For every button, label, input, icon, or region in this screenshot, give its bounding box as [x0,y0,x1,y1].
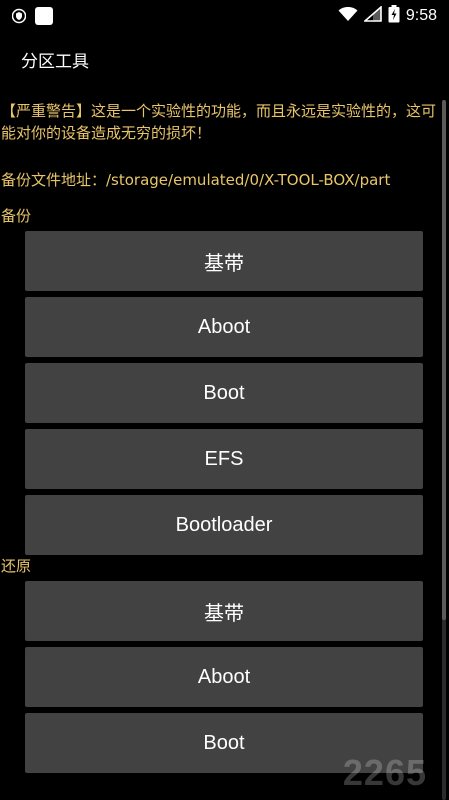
restore-aboot-button[interactable]: Aboot [25,647,423,707]
status-bar-right: 9:58 [338,5,437,27]
warning-text: 【严重警告】这是一个实验性的功能，而且永远是实验性的，这可能对你的设备造成无穷的… [1,102,437,142]
restore-button-list: 基带 Aboot Boot [0,581,440,773]
backup-efs-button[interactable]: EFS [25,429,423,489]
backup-aboot-button[interactable]: Aboot [25,297,423,357]
content-scroll-area[interactable]: 【严重警告】这是一个实验性的功能，而且永远是实验性的，这可能对你的设备造成无穷的… [0,100,440,773]
restore-baseband-button[interactable]: 基带 [25,581,423,641]
backup-button-list: 基带 Aboot Boot EFS Bootloader [0,231,440,555]
status-bar-left [11,6,54,30]
backup-bootloader-button[interactable]: Bootloader [25,495,423,555]
app-title: 分区工具 [21,52,89,72]
signal-icon [362,5,382,26]
backup-baseband-button[interactable]: 基带 [25,231,423,291]
status-time: 9:58 [405,7,437,24]
status-bar: 9:58 [0,0,449,32]
battery-icon [388,5,400,27]
section-label-restore: 还原 [1,557,32,575]
backup-boot-button[interactable]: Boot [25,363,423,423]
shield-icon [11,8,27,28]
scrollbar-track[interactable] [442,100,446,800]
app-square-icon [34,6,54,30]
scrollbar-thumb[interactable] [442,100,446,620]
backup-path-text: 备份文件地址：/storage/emulated/0/X-TOOL-BOX/pa… [1,171,391,189]
wifi-icon [338,6,358,26]
section-label-backup: 备份 [1,207,32,225]
watermark-logo: 2265 [342,752,427,793]
